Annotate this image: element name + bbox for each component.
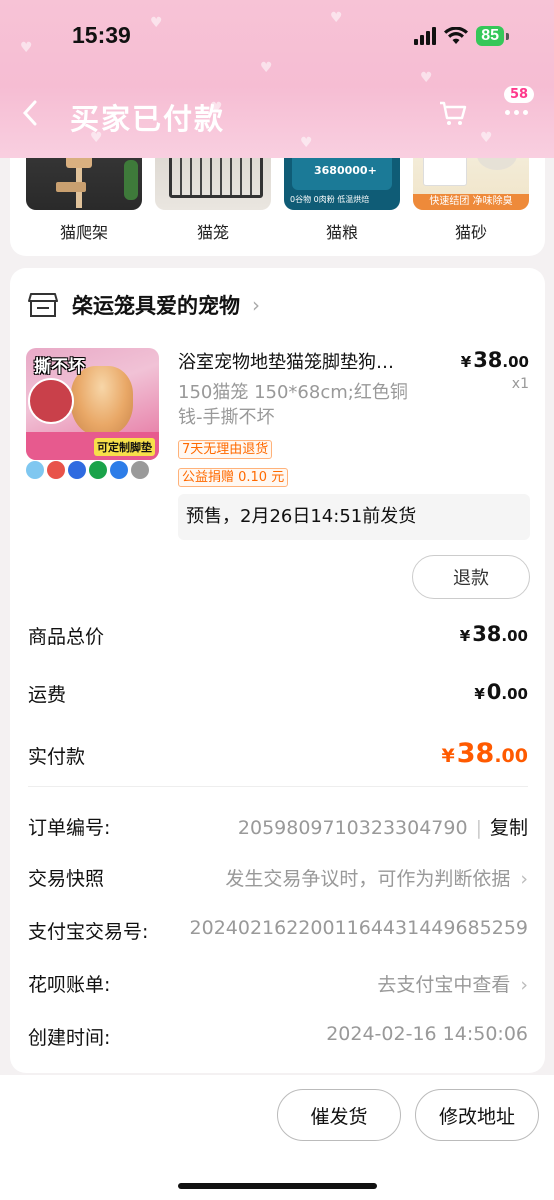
created-time-label: 创建时间: [28,1027,111,1049]
wifi-icon [444,27,469,45]
color-swatches [26,461,149,479]
paid-row: 实付款 ¥38.00 [28,738,528,769]
signal-icon [414,27,437,45]
created-time-row: 创建时间: 2024-02-16 14:50:06 [28,1023,528,1050]
huabei-label: 花呗账单: [28,974,111,996]
change-address-button[interactable]: 修改地址 [415,1089,539,1141]
cart-icon[interactable] [438,98,468,132]
snapshot-row[interactable]: 交易快照 发生交易争议时，可作为判断依据 › [28,864,528,891]
shipping-row: 运费 ¥0.00 [28,680,528,707]
return-policy-badge: 7天无理由退货 [178,440,273,459]
order-card: 棨运笼具爱的宠物 › 撕不坏 可定制脚垫 浴室宠物地垫猫笼脚垫狗… ¥38.00… [10,268,545,1073]
color-swatch [68,461,86,479]
status-icons: 85 [414,26,509,46]
divider [28,786,528,787]
store-icon [28,293,58,317]
mat-closeup [28,378,74,424]
goods-total-label: 商品总价 [28,626,105,648]
food-count-text: 3680000+ [314,164,377,177]
category-label: 猫爬架 [59,223,108,242]
food-tags-text: 0谷物 0肉粉 低温烘焙 [290,195,370,204]
header: ♥ ♥ ♥ ♥ ♥ ♥ ♥ ♥ ♥ 15:39 85 买家已付款 58 [0,0,554,158]
alipay-value: 2024021622001164431449685259 [189,917,528,939]
home-indicator [178,1183,377,1189]
shop-row[interactable]: 棨运笼具爱的宠物 › [28,290,260,320]
charity-badge: 公益捐赠 0.10 元 [178,468,289,487]
shipping-value: ¥0.00 [474,680,528,704]
shop-name: 棨运笼具爱的宠物 [72,294,240,318]
order-number-value: 2059809710323304790 | 复制 [237,817,528,839]
litter-tags-text: 快速结团 净味除臭 [413,194,529,210]
snapshot-label: 交易快照 [28,868,105,890]
image-tag-bottom: 可定制脚垫 [94,438,155,456]
alipay-row: 支付宝交易号: 2024021622001164431449685259 [28,917,528,944]
product-quantity: x1 [511,376,529,392]
goods-total-row: 商品总价 ¥38.00 [28,622,528,649]
order-number-label: 订单编号: [28,817,111,839]
more-dots-icon[interactable] [505,110,528,115]
chevron-right-icon: › [520,868,528,890]
alipay-label: 支付宝交易号: [28,921,149,943]
copy-button[interactable]: 复制 [490,817,528,839]
page-title: 买家已付款 [70,102,226,136]
status-time: 15:39 [72,22,131,48]
color-swatch [47,461,65,479]
huabei-row[interactable]: 花呗账单: 去支付宝中查看 › [28,970,528,997]
presale-notice: 预售，2月26日14:51前发货 [178,494,530,540]
paid-label: 实付款 [28,746,86,768]
category-label: 猫砂 [454,223,487,242]
product-price: ¥38.00 [460,348,529,372]
snapshot-value: 发生交易争议时，可作为判断依据 › [225,868,528,890]
urge-shipping-button[interactable]: 催发货 [277,1089,401,1141]
shipping-label: 运费 [28,684,67,706]
chevron-right-icon: › [520,974,528,996]
color-swatch [110,461,128,479]
created-time-value: 2024-02-16 14:50:06 [326,1023,528,1045]
message-count-badge: 58 [504,86,535,103]
back-arrow-icon[interactable] [22,100,38,133]
order-number-row: 订单编号: 2059809710323304790 | 复制 [28,813,528,840]
refund-button[interactable]: 退款 [412,555,530,599]
color-swatch [131,461,149,479]
bottom-action-bar: 催发货 修改地址 [0,1075,554,1200]
color-swatch [26,461,44,479]
battery-icon: 85 [476,26,509,46]
paid-value: ¥38.00 [441,738,528,769]
product-image[interactable]: 撕不坏 可定制脚垫 [26,348,159,460]
chevron-right-icon: › [252,293,260,317]
product-title[interactable]: 浴室宠物地垫猫笼脚垫狗… [178,348,448,374]
nav-bar: 买家已付款 58 [0,86,554,140]
image-tag-top: 撕不坏 [34,357,85,377]
category-label: 猫笼 [196,223,229,242]
goods-total-value: ¥38.00 [459,622,528,646]
product-spec: 150猫笼 150*68cm;红色铜钱-手撕不坏 [178,382,408,428]
color-swatch [89,461,107,479]
huabei-value: 去支付宝中查看 › [377,974,528,996]
category-label: 猫粮 [325,223,358,242]
